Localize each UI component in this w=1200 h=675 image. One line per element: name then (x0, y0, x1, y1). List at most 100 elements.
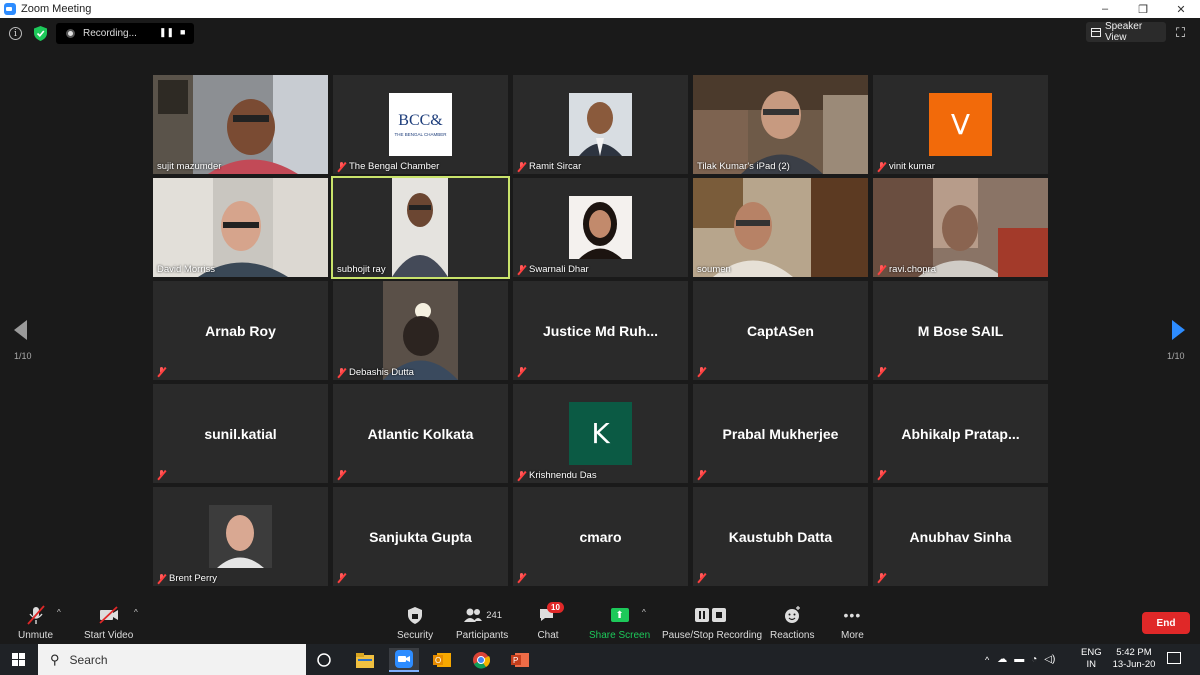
participant-name: soumen (697, 264, 731, 275)
start-video-button[interactable]: Start Video (84, 604, 133, 641)
participant-tile[interactable]: cmaro (513, 487, 688, 586)
mic-muted-icon (26, 605, 45, 625)
previous-page-icon[interactable] (14, 320, 27, 340)
meeting-topbar: i Recording... ❚❚ ■ Speaker View ⛶ (0, 18, 1200, 48)
search-icon: ⚲ (50, 651, 60, 667)
windows-start-icon[interactable] (12, 653, 25, 666)
windows-taskbar: ⚲ Search O P ^ ☁ ▬ ◔ ◁) ENG IN 5:42 PM 1… (0, 644, 1200, 675)
security-button[interactable]: Security (397, 604, 433, 641)
chrome-icon[interactable] (466, 648, 496, 672)
mic-muted-icon (337, 573, 346, 583)
restore-button[interactable]: ❐ (1124, 0, 1162, 18)
zoom-taskbar-icon[interactable] (389, 648, 419, 672)
reactions-button[interactable]: Reactions (770, 604, 814, 641)
end-meeting-button[interactable]: End (1142, 612, 1190, 634)
participant-name-display: Kaustubh Datta (728, 528, 833, 545)
participants-button[interactable]: 241 Participants (456, 604, 508, 641)
participant-tile-active-speaker[interactable]: subhojit ray (331, 176, 510, 279)
fullscreen-icon[interactable]: ⛶ (1176, 26, 1189, 39)
recording-indicator: Recording... ❚❚ ■ (56, 23, 194, 44)
close-button[interactable]: ✕ (1162, 0, 1200, 18)
participant-tile[interactable]: soumen (693, 178, 868, 277)
pause-recording-icon[interactable]: ❚❚ (159, 27, 174, 38)
participant-tile[interactable]: Atlantic Kolkata (333, 384, 508, 483)
minimize-button[interactable]: – (1086, 0, 1124, 18)
task-view-icon[interactable] (309, 648, 339, 672)
more-dots-icon: ••• (843, 607, 862, 623)
file-explorer-icon[interactable] (350, 648, 380, 672)
more-button[interactable]: ••• More (841, 604, 864, 641)
chat-button[interactable]: 10 Chat (537, 602, 564, 641)
participants-count: 241 (486, 609, 503, 621)
stop-recording-icon[interactable]: ■ (180, 27, 185, 37)
input-language[interactable]: ENG IN (1081, 647, 1102, 671)
powerpoint-icon[interactable]: P (505, 648, 535, 672)
wifi-icon[interactable]: ◔ (1031, 654, 1037, 665)
participant-tile[interactable]: Sanjukta Gupta (333, 487, 508, 586)
participant-tile[interactable]: Justice Md Ruh... (513, 281, 688, 380)
outlook-icon[interactable]: O (427, 648, 457, 672)
notifications-icon[interactable] (1167, 652, 1181, 664)
participant-tile[interactable]: M Bose SAIL (873, 281, 1048, 380)
participant-video (383, 281, 458, 380)
window-controls: – ❐ ✕ (1086, 0, 1200, 18)
participant-tile[interactable]: Kaustubh Datta (693, 487, 868, 586)
mic-muted-icon (517, 367, 526, 377)
video-off-icon (99, 606, 118, 624)
battery-icon[interactable]: ▬ (1014, 654, 1024, 665)
participant-tile[interactable]: CaptASen (693, 281, 868, 380)
encryption-shield-icon[interactable] (34, 26, 47, 41)
participant-tile[interactable]: Abhikalp Pratap... (873, 384, 1048, 483)
participant-tile[interactable]: Debashis Dutta (333, 281, 508, 380)
share-screen-button[interactable]: ⬆ Share Screen (589, 604, 650, 641)
participant-tile[interactable]: Brent Perry (153, 487, 328, 586)
participant-name-display: Anubhav Sinha (909, 528, 1012, 545)
participant-tile[interactable]: ravi.chopra (873, 178, 1048, 277)
mic-muted-icon (877, 264, 886, 275)
participant-tile[interactable]: BCC& THE BENGAL CHAMBER The Bengal Chamb… (333, 75, 508, 174)
participant-tile[interactable]: Swarnali Dhar (513, 178, 688, 277)
participant-name: subhojit ray (337, 264, 386, 275)
mic-muted-icon (877, 367, 886, 377)
participant-tile[interactable]: Prabal Mukherjee (693, 384, 868, 483)
mic-muted-icon (697, 470, 706, 480)
mic-muted-icon (157, 573, 166, 584)
volume-icon[interactable]: ◁) (1044, 654, 1055, 665)
taskbar-search-box[interactable]: ⚲ Search (38, 644, 306, 675)
info-icon[interactable]: i (9, 27, 22, 40)
speaker-view-label: Speaker View (1104, 21, 1143, 43)
window-title: Zoom Meeting (21, 3, 92, 15)
participant-name: Debashis Dutta (337, 367, 414, 378)
next-page-icon[interactable] (1172, 320, 1185, 340)
participant-name: The Bengal Chamber (337, 161, 439, 172)
participant-name-display: Abhikalp Pratap... (901, 425, 1020, 442)
show-hidden-icons-icon[interactable]: ^ (985, 655, 989, 665)
unmute-button[interactable]: Unmute (18, 604, 53, 641)
participant-tile[interactable]: David Morriss (153, 178, 328, 277)
participant-tile[interactable]: sujit mazumder (153, 75, 328, 174)
participant-name: Ramit Sircar (517, 161, 581, 172)
taskbar-clock[interactable]: 5:42 PM 13-Jun-20 (1110, 647, 1158, 671)
speaker-view-button[interactable]: Speaker View (1086, 21, 1166, 43)
share-options-chevron-icon[interactable]: ^ (642, 608, 646, 617)
cloud-icon[interactable]: ☁ (997, 654, 1007, 665)
participant-tile[interactable]: Tilak Kumar's iPad (2) (693, 75, 868, 174)
participant-tile[interactable]: V vinit kumar (873, 75, 1048, 174)
participant-tile[interactable]: Ramit Sircar (513, 75, 688, 174)
participant-tile[interactable]: Anubhav Sinha (873, 487, 1048, 586)
participant-photo (209, 505, 272, 568)
participant-tile[interactable]: Arnab Roy (153, 281, 328, 380)
video-options-chevron-icon[interactable]: ^ (134, 608, 138, 617)
window-titlebar: Zoom Meeting – ❐ ✕ (0, 0, 1200, 18)
chat-unread-badge: 10 (547, 602, 564, 613)
participant-name: sujit mazumder (157, 161, 222, 172)
participant-name-display: sunil.katial (204, 425, 277, 442)
mic-muted-icon (517, 264, 526, 275)
avatar: K (569, 402, 632, 465)
participant-tile[interactable]: K Krishnendu Das (513, 384, 688, 483)
audio-options-chevron-icon[interactable]: ^ (57, 608, 61, 617)
participant-name-display: Justice Md Ruh... (542, 322, 659, 339)
share-screen-icon: ⬆ (610, 608, 629, 622)
participant-tile[interactable]: sunil.katial (153, 384, 328, 483)
pause-stop-recording-button[interactable]: Pause/Stop Recording (662, 604, 762, 641)
